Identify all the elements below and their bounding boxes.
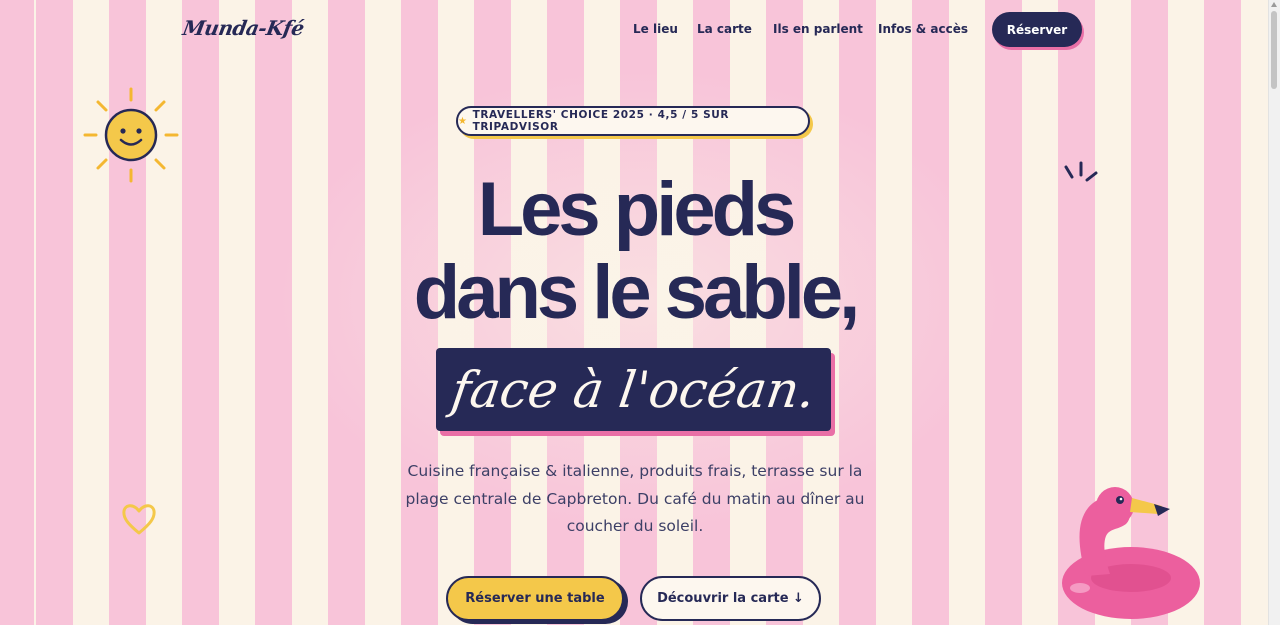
star-icon: ★	[458, 115, 468, 127]
heart-icon	[122, 504, 156, 535]
tripadvisor-badge: ★ TRAVELLERS' CHOICE 2025 · 4,5 / 5 SUR …	[456, 106, 810, 136]
nav-item-ils-en-parlent[interactable]: Ils en parlent	[773, 22, 863, 36]
scroll-thumb[interactable]	[1271, 11, 1277, 89]
nav-item-le-lieu[interactable]: Le lieu	[633, 22, 678, 36]
hero-title-highlight: face à l'océan.	[448, 360, 819, 419]
flamingo-float-icon	[1062, 487, 1200, 619]
hero-title-highlight-box: face à l'océan.	[436, 348, 831, 431]
badge-text: TRAVELLERS' CHOICE 2025 · 4,5 / 5 SUR TR…	[472, 109, 730, 133]
nav-item-la-carte[interactable]: La carte	[697, 22, 752, 36]
nav-item-infos-acces[interactable]: Infos & accès	[878, 22, 968, 36]
scroll-up-arrow-icon[interactable]	[1271, 2, 1277, 7]
header-reserve-button[interactable]: Réserver	[992, 12, 1082, 47]
hero-title-line1: Les pieds	[477, 167, 797, 252]
hero-title-line2: dans le sable,	[413, 250, 860, 335]
site-logo[interactable]: Munda-Kfé	[181, 16, 306, 40]
hero-description: Cuisine française & italienne, produits …	[405, 462, 865, 535]
reserve-table-button[interactable]: Réserver une table	[446, 576, 624, 621]
discover-menu-button[interactable]: Découvrir la carte ↓	[640, 576, 821, 621]
sun-icon	[83, 87, 179, 183]
